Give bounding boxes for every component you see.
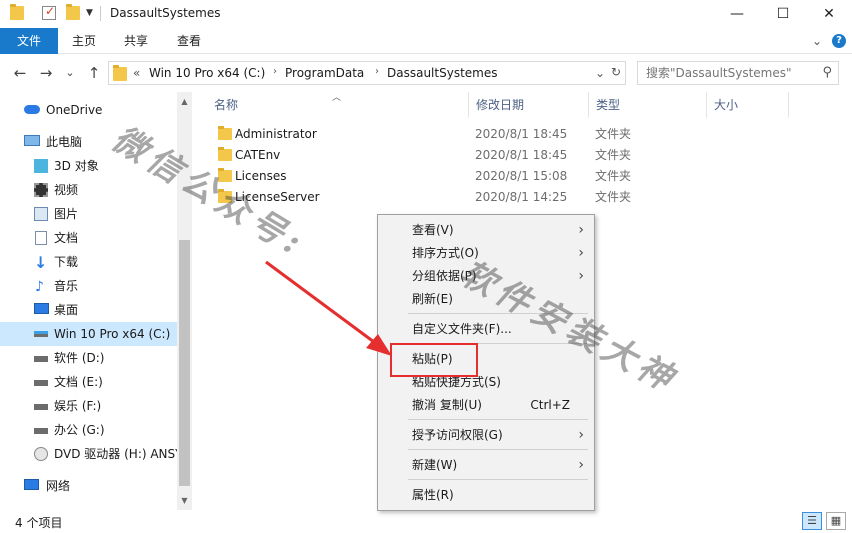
- forward-button[interactable]: →: [36, 63, 56, 83]
- column-header-type[interactable]: 类型: [588, 92, 620, 118]
- column-header-name[interactable]: 名称: [206, 92, 238, 118]
- menu-item-view[interactable]: 查看(V) ›: [380, 219, 592, 241]
- tab-view[interactable]: 查看: [165, 28, 213, 54]
- menu-item-properties[interactable]: 属性(R): [380, 484, 592, 506]
- drive-icon: [34, 356, 48, 362]
- nav-item-drive-f[interactable]: 娱乐 (F:): [0, 394, 177, 418]
- new-folder-icon[interactable]: [66, 4, 80, 20]
- breadcrumb-drive[interactable]: Win 10 Pro x64 (C:): [149, 66, 265, 80]
- nav-item-downloads[interactable]: ↓ 下载: [0, 250, 177, 274]
- menu-item-undo-copy[interactable]: 撤消 复制(U) Ctrl+Z: [380, 394, 592, 416]
- drive-icon: [34, 404, 48, 410]
- menu-item-give-access[interactable]: 授予访问权限(G) ›: [380, 424, 592, 446]
- network-icon: [24, 479, 39, 490]
- submenu-arrow-icon: ›: [578, 427, 584, 443]
- undo-shortcut: Ctrl+Z: [530, 398, 570, 412]
- search-box[interactable]: ⚲: [637, 61, 839, 85]
- computer-icon: [24, 135, 40, 146]
- drive-icon: [34, 428, 48, 434]
- submenu-arrow-icon: ›: [578, 222, 584, 238]
- menu-separator: [408, 479, 588, 480]
- back-button[interactable]: ←: [10, 63, 30, 83]
- close-button[interactable]: ✕: [806, 0, 852, 28]
- large-icons-view-button[interactable]: ▦: [826, 512, 846, 530]
- nav-item-onedrive[interactable]: OneDrive: [0, 98, 177, 122]
- paste-highlight-box: [390, 343, 478, 377]
- breadcrumb-programdata[interactable]: ProgramData: [285, 66, 364, 80]
- breadcrumb-separator[interactable]: ›: [273, 66, 277, 77]
- address-dropdown-icon[interactable]: ⌄: [595, 66, 605, 80]
- breadcrumb-overflow[interactable]: «: [133, 66, 140, 80]
- nav-item-drive-e[interactable]: 文档 (E:): [0, 370, 177, 394]
- scroll-up-icon[interactable]: ▲: [177, 94, 192, 109]
- nav-item-dvd-drive[interactable]: DVD 驱动器 (H:) ANSYS: [0, 442, 177, 466]
- film-icon: [34, 183, 48, 197]
- sort-ascending-icon: ︿: [332, 93, 342, 103]
- folder-icon[interactable]: [10, 4, 24, 20]
- ribbon-tabs: 文件 主页 共享 查看 ⌄ ?: [0, 28, 852, 54]
- system-drive-icon: [34, 331, 48, 337]
- tab-file[interactable]: 文件: [0, 28, 58, 54]
- column-header-size[interactable]: 大小: [706, 92, 738, 118]
- folder-icon: [218, 147, 232, 161]
- properties-check-icon[interactable]: [42, 4, 56, 20]
- menu-item-new[interactable]: 新建(W) ›: [380, 454, 592, 476]
- dvd-icon: [34, 447, 48, 461]
- cloud-icon: [24, 105, 40, 114]
- menu-separator: [408, 419, 588, 420]
- file-row-licenses[interactable]: Licenses 2020/8/1 15:08 文件夹: [212, 166, 852, 187]
- refresh-icon[interactable]: ↻: [611, 65, 621, 79]
- search-input[interactable]: [638, 62, 808, 84]
- breadcrumb-separator[interactable]: ›: [375, 66, 379, 77]
- details-view-button[interactable]: ☰: [802, 512, 822, 530]
- breadcrumb-dassaultsystemes[interactable]: DassaultSystemes: [387, 66, 497, 80]
- column-separator[interactable]: [788, 92, 789, 118]
- picture-icon: [34, 207, 48, 221]
- nav-item-drive-d[interactable]: 软件 (D:): [0, 346, 177, 370]
- nav-item-desktop[interactable]: 桌面: [0, 298, 177, 322]
- nav-item-network[interactable]: 网络: [0, 474, 177, 498]
- quick-access-dropdown-icon[interactable]: ▼: [86, 8, 93, 18]
- menu-separator: [408, 449, 588, 450]
- status-bar: 4 个项目 ☰ ▦: [0, 510, 852, 533]
- file-row-catenv[interactable]: CATEnv 2020/8/1 18:45 文件夹: [212, 145, 852, 166]
- address-bar[interactable]: « Win 10 Pro x64 (C:) › ProgramData › Da…: [108, 61, 626, 85]
- cube-icon: [34, 159, 48, 173]
- ribbon-expand-chevron-icon[interactable]: ⌄: [812, 34, 822, 48]
- title-bar: ▼ DassaultSystemes — ☐ ✕: [0, 0, 852, 28]
- document-icon: [35, 231, 47, 245]
- column-header-date[interactable]: 修改日期: [468, 92, 524, 118]
- download-icon: ↓: [34, 253, 48, 272]
- help-icon[interactable]: ?: [832, 34, 846, 48]
- tab-share[interactable]: 共享: [112, 28, 160, 54]
- desktop-icon: [34, 303, 49, 314]
- item-count: 4 个项目: [15, 516, 63, 530]
- nav-item-pictures[interactable]: 图片: [0, 202, 177, 226]
- title-separator: [100, 6, 101, 21]
- address-row: ← → ⌄ ↑ « Win 10 Pro x64 (C:) › ProgramD…: [0, 58, 852, 88]
- nav-item-documents[interactable]: 文档: [0, 226, 177, 250]
- submenu-arrow-icon: ›: [578, 245, 584, 261]
- scroll-thumb[interactable]: [179, 240, 190, 486]
- submenu-arrow-icon: ›: [578, 457, 584, 473]
- drive-icon: [34, 380, 48, 386]
- nav-item-drive-c[interactable]: Win 10 Pro x64 (C:): [0, 322, 177, 346]
- scroll-down-icon[interactable]: ▼: [177, 493, 192, 508]
- maximize-button[interactable]: ☐: [760, 0, 806, 28]
- file-row-administrator[interactable]: Administrator 2020/8/1 18:45 文件夹: [212, 124, 852, 145]
- minimize-button[interactable]: —: [714, 0, 760, 28]
- window-title: DassaultSystemes: [110, 6, 221, 20]
- file-row-licenseserver[interactable]: LicenseServer 2020/8/1 14:25 文件夹: [212, 187, 852, 208]
- nav-item-drive-g[interactable]: 办公 (G:): [0, 418, 177, 442]
- up-button[interactable]: ↑: [84, 63, 104, 83]
- folder-icon: [218, 126, 232, 140]
- nav-item-music[interactable]: ♪ 音乐: [0, 274, 177, 298]
- submenu-arrow-icon: ›: [578, 268, 584, 284]
- folder-icon: [113, 65, 127, 81]
- music-icon: ♪: [35, 279, 44, 295]
- recent-locations-button[interactable]: ⌄: [60, 63, 80, 83]
- tab-home[interactable]: 主页: [60, 28, 108, 54]
- search-icon[interactable]: ⚲: [822, 65, 832, 80]
